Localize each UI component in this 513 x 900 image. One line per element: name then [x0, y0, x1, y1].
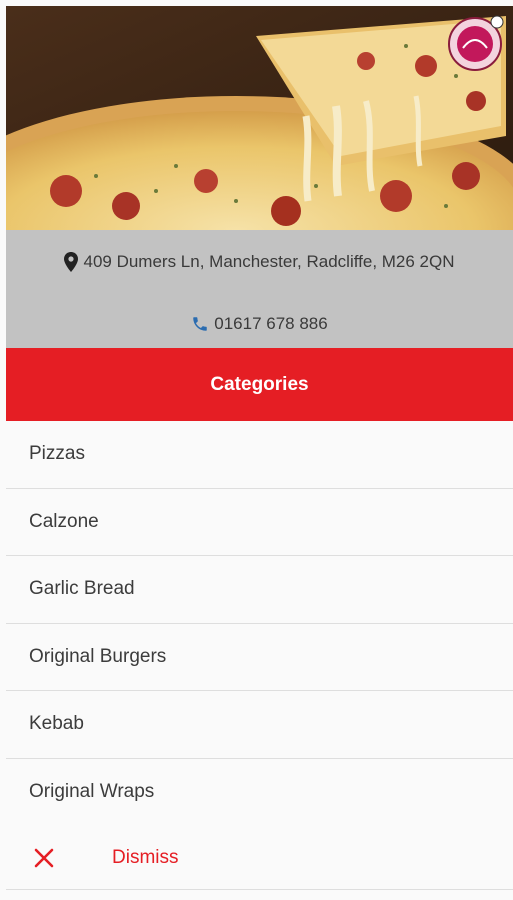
category-item-calzone[interactable]: Calzone	[6, 488, 513, 556]
category-label: Pizzas	[29, 443, 85, 465]
dismiss-button[interactable]: Dismiss	[6, 826, 513, 890]
category-label: Calzone	[29, 510, 99, 532]
pizza-illustration	[6, 6, 513, 230]
store-info-panel: 409 Dumers Ln, Manchester, Radcliffe, M2…	[6, 230, 513, 348]
categories-header: Categories	[6, 348, 513, 421]
category-item-original-wraps[interactable]: Original Wraps	[6, 758, 513, 826]
categories-title: Categories	[210, 373, 309, 395]
app-screen: 409 Dumers Ln, Manchester, Radcliffe, M2…	[0, 0, 513, 900]
map-marker-icon	[64, 252, 79, 272]
store-phone-row[interactable]: 01617 678 886	[6, 314, 513, 334]
category-label: Original Wraps	[29, 781, 155, 803]
store-phone: 01617 678 886	[214, 314, 328, 333]
store-address: 409 Dumers Ln, Manchester, Radcliffe, M2…	[83, 252, 455, 271]
restaurant-logo	[445, 14, 505, 74]
hero-pizza-image	[6, 6, 513, 230]
category-item-kebab[interactable]: Kebab	[6, 691, 513, 759]
category-list: Pizzas Calzone Garlic Bread Original Bur…	[6, 421, 513, 826]
category-label: Garlic Bread	[29, 578, 135, 600]
category-item-original-burgers[interactable]: Original Burgers	[6, 623, 513, 691]
close-icon	[34, 848, 54, 868]
category-item-pizzas[interactable]: Pizzas	[6, 421, 513, 489]
category-item-garlic-bread[interactable]: Garlic Bread	[6, 556, 513, 624]
category-label: Original Burgers	[29, 645, 167, 667]
phone-icon	[191, 315, 209, 333]
store-address-row[interactable]: 409 Dumers Ln, Manchester, Radcliffe, M2…	[6, 252, 513, 272]
category-label: Kebab	[29, 713, 84, 735]
dismiss-label: Dismiss	[112, 846, 179, 868]
